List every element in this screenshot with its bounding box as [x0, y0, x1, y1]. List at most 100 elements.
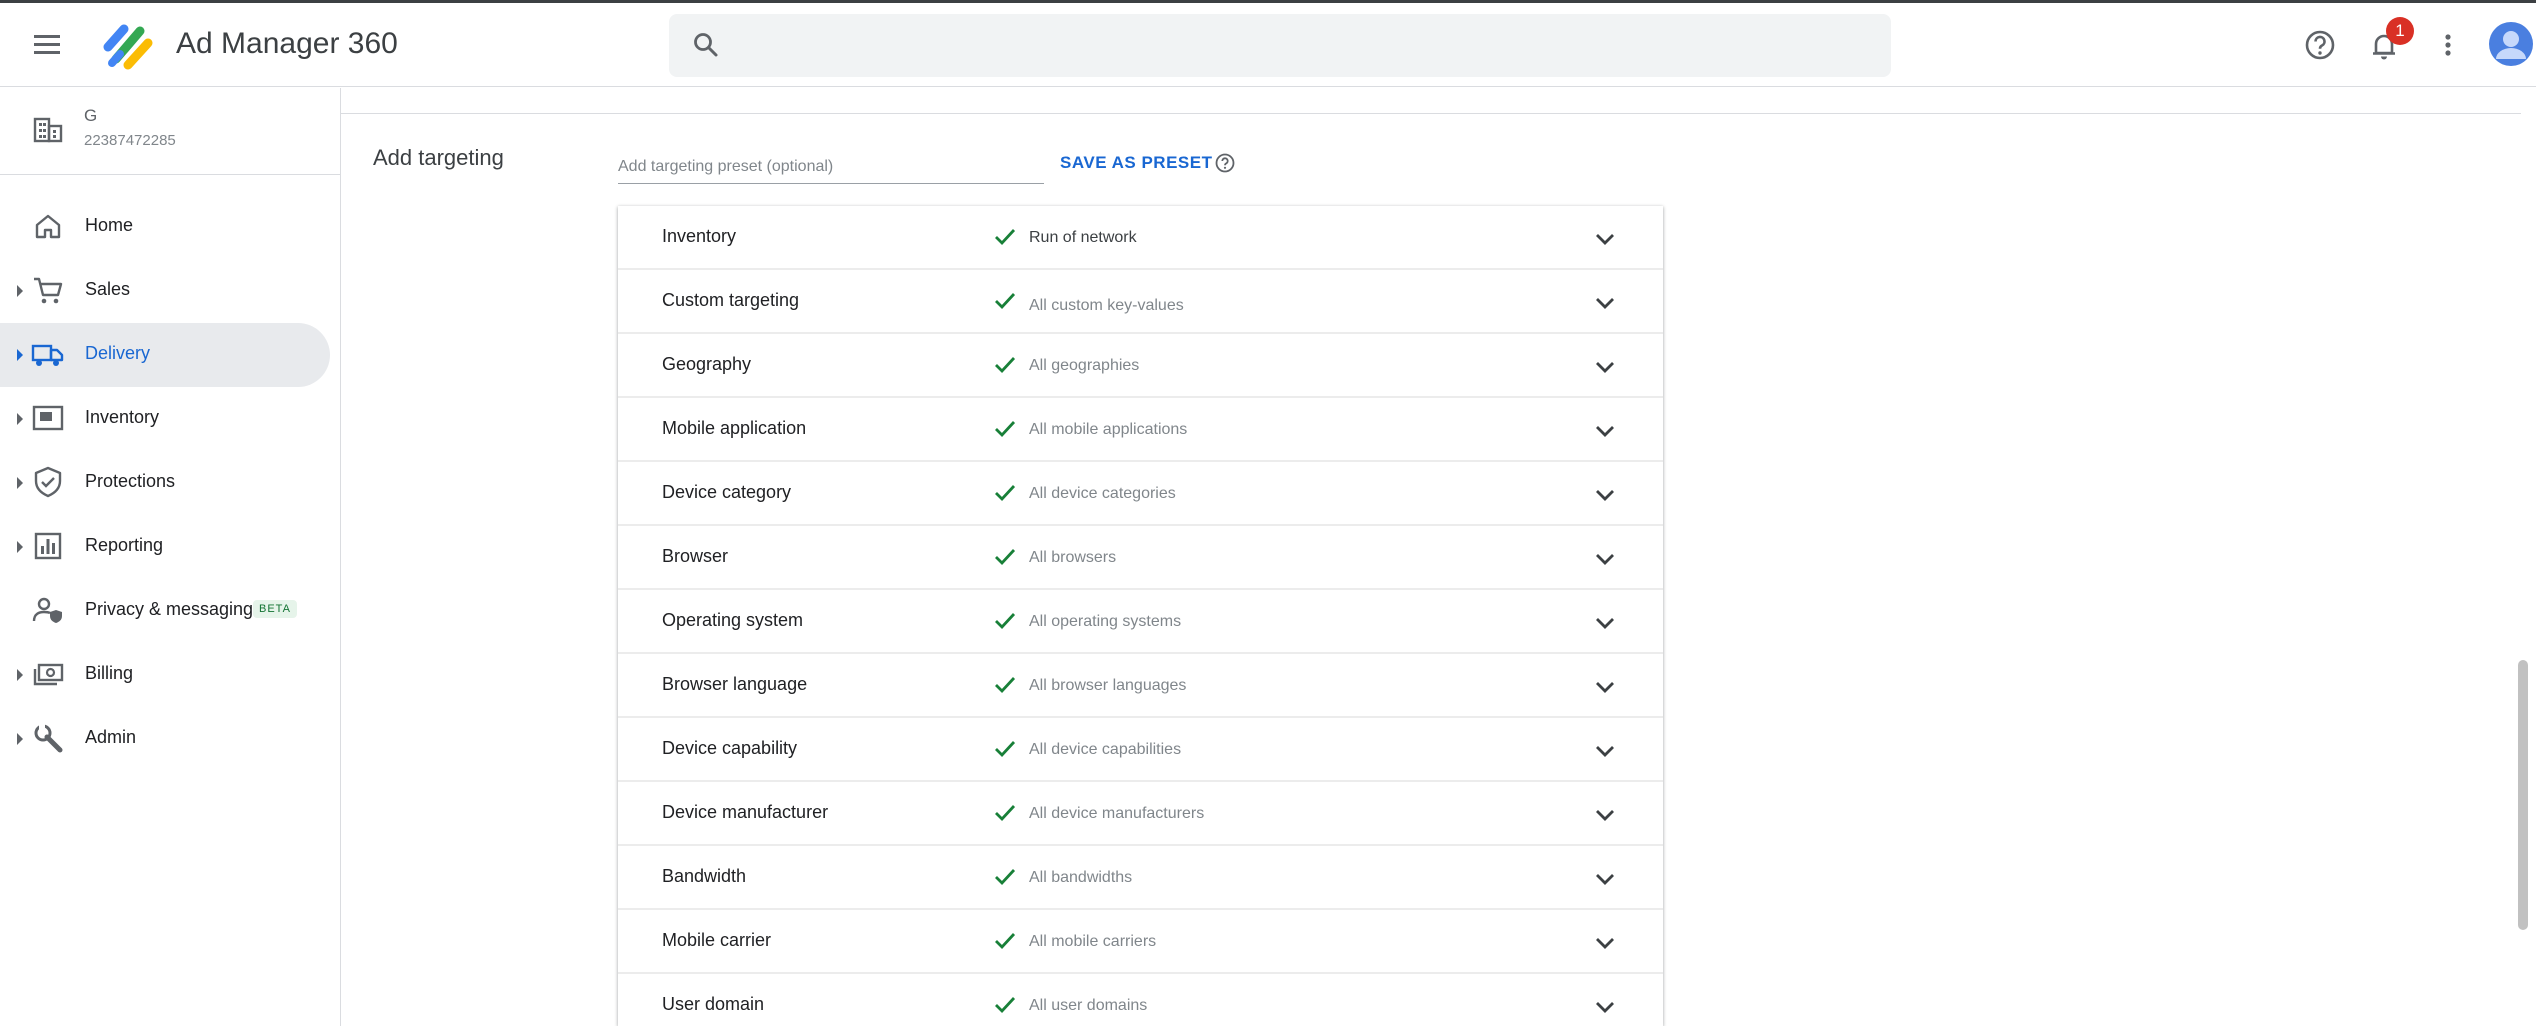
chevron-down-icon[interactable] — [1590, 288, 1620, 318]
targeting-row-device-capability[interactable]: Device capability All device capabilitie… — [618, 718, 1663, 782]
account-avatar[interactable] — [2488, 21, 2534, 67]
scrollbar-thumb[interactable] — [2518, 660, 2528, 930]
check-icon — [995, 549, 1016, 566]
check-icon — [995, 933, 1016, 950]
chevron-down-icon[interactable] — [1590, 736, 1620, 766]
nav-item-billing[interactable]: Billing — [0, 643, 330, 707]
chevron-down-icon[interactable] — [1590, 800, 1620, 830]
chevron-down-icon[interactable] — [1590, 480, 1620, 510]
nav-label: Admin — [85, 727, 137, 747]
search-bar[interactable] — [669, 14, 1891, 77]
nav-label: Home — [85, 215, 134, 235]
check-icon — [995, 357, 1016, 374]
billing-icon — [33, 663, 64, 686]
expand-arrow-icon[interactable] — [17, 477, 23, 489]
targeting-preset-input[interactable] — [618, 150, 1044, 184]
nav-item-admin[interactable]: Admin — [0, 707, 330, 771]
targeting-row-value: All browsers — [1029, 549, 1117, 566]
help-icon[interactable] — [2300, 25, 2340, 65]
targeting-row-value: All user domains — [1029, 997, 1148, 1014]
wrench-icon — [34, 723, 63, 753]
account-id: 22387472285 — [84, 132, 176, 149]
targeting-row-value: All custom key-values — [1029, 297, 1184, 314]
expand-arrow-icon[interactable] — [17, 669, 23, 681]
targeting-row-label: Browser — [662, 546, 729, 566]
targeting-row-user-domain[interactable]: User domain All user domains — [618, 974, 1663, 1026]
nav-item-inventory[interactable]: Inventory — [0, 387, 330, 451]
targeting-row-value: Run of network — [1029, 229, 1137, 246]
expand-arrow-icon[interactable] — [17, 733, 23, 745]
targeting-row-value: All mobile applications — [1029, 421, 1188, 438]
targeting-row-custom-targeting[interactable]: Custom targeting All custom key-values — [618, 270, 1663, 334]
account-switcher[interactable]: G 22387472285 — [0, 88, 340, 175]
chevron-down-icon[interactable] — [1590, 992, 1620, 1022]
check-icon — [995, 869, 1016, 886]
targeting-row-value: All browser languages — [1029, 677, 1187, 694]
nav-label: Reporting — [85, 535, 164, 555]
check-icon — [995, 485, 1016, 502]
targeting-row-browser[interactable]: Browser All browsers — [618, 526, 1663, 590]
chevron-down-icon[interactable] — [1590, 416, 1620, 446]
nav-label: Privacy & messaging — [85, 599, 254, 619]
targeting-row-label: Browser language — [662, 674, 808, 694]
nav-label: Inventory — [85, 407, 160, 427]
expand-arrow-icon[interactable] — [17, 349, 23, 361]
chevron-down-icon[interactable] — [1590, 544, 1620, 574]
targeting-row-value: All bandwidths — [1029, 869, 1133, 886]
save-as-preset-button[interactable]: SAVE AS PRESET — [1060, 153, 1212, 173]
targeting-row-operating-system[interactable]: Operating system All operating systems — [618, 590, 1663, 654]
chevron-down-icon[interactable] — [1590, 672, 1620, 702]
truck-icon — [31, 344, 64, 366]
nav-item-protections[interactable]: Protections — [0, 451, 330, 515]
targeting-row-label: Inventory — [662, 226, 737, 246]
targeting-row-device-category[interactable]: Device category All device categories — [618, 462, 1663, 526]
targeting-row-geography[interactable]: Geography All geographies — [618, 334, 1663, 398]
targeting-row-value: All device categories — [1029, 485, 1176, 502]
check-icon — [995, 293, 1016, 310]
check-icon — [995, 741, 1016, 758]
chevron-down-icon[interactable] — [1590, 928, 1620, 958]
expand-arrow-icon[interactable] — [17, 285, 23, 297]
targeting-row-value: All geographies — [1029, 357, 1140, 374]
nav-label: Protections — [85, 471, 176, 491]
nav-item-privacy-messaging[interactable]: Privacy & messaging BETA — [0, 579, 330, 643]
account-name: G — [84, 106, 100, 125]
nav-item-delivery[interactable]: Delivery — [0, 323, 330, 387]
chevron-down-icon[interactable] — [1590, 352, 1620, 382]
targeting-row-device-manufacturer[interactable]: Device manufacturer All device manufactu… — [618, 782, 1663, 846]
targeting-row-label: Device capability — [662, 738, 798, 758]
bar-chart-icon — [34, 532, 62, 560]
expand-arrow-icon[interactable] — [17, 541, 23, 553]
nav-item-sales[interactable]: Sales — [0, 259, 330, 323]
targeting-list: Inventory Run of network Custom targetin… — [618, 206, 1663, 1026]
targeting-row-browser-language[interactable]: Browser language All browser languages — [618, 654, 1663, 718]
beta-badge: BETA — [253, 600, 297, 618]
targeting-row-label: Bandwidth — [662, 866, 747, 886]
targeting-row-value: All operating systems — [1029, 613, 1182, 630]
chevron-down-icon[interactable] — [1590, 864, 1620, 894]
nav-item-reporting[interactable]: Reporting — [0, 515, 330, 579]
ad-manager-logo-icon[interactable] — [98, 17, 156, 75]
targeting-row-label: Geography — [662, 354, 752, 374]
targeting-row-mobile-carrier[interactable]: Mobile carrier All mobile carriers — [618, 910, 1663, 974]
chevron-down-icon[interactable] — [1590, 608, 1620, 638]
targeting-row-label: Custom targeting — [662, 290, 800, 310]
check-icon — [995, 677, 1016, 694]
home-icon — [35, 214, 61, 239]
help-icon[interactable] — [1213, 151, 1237, 175]
nav-item-home[interactable]: Home — [0, 195, 330, 259]
targeting-row-mobile-application[interactable]: Mobile application All mobile applicatio… — [618, 398, 1663, 462]
targeting-row-inventory[interactable]: Inventory Run of network — [618, 206, 1663, 270]
targeting-row-value: All mobile carriers — [1029, 933, 1157, 950]
menu-icon[interactable] — [28, 30, 68, 60]
chevron-down-icon[interactable] — [1590, 224, 1620, 254]
targeting-row-value: All device manufacturers — [1029, 805, 1205, 822]
nav-label: Delivery — [85, 343, 151, 363]
expand-arrow-icon[interactable] — [17, 413, 23, 425]
privacy-icon — [32, 597, 62, 623]
more-vert-icon[interactable] — [2428, 25, 2468, 65]
check-icon — [995, 805, 1016, 822]
targeting-row-bandwidth[interactable]: Bandwidth All bandwidths — [618, 846, 1663, 910]
targeting-row-label: Device manufacturer — [662, 802, 829, 822]
notification-badge: 1 — [2386, 17, 2414, 45]
